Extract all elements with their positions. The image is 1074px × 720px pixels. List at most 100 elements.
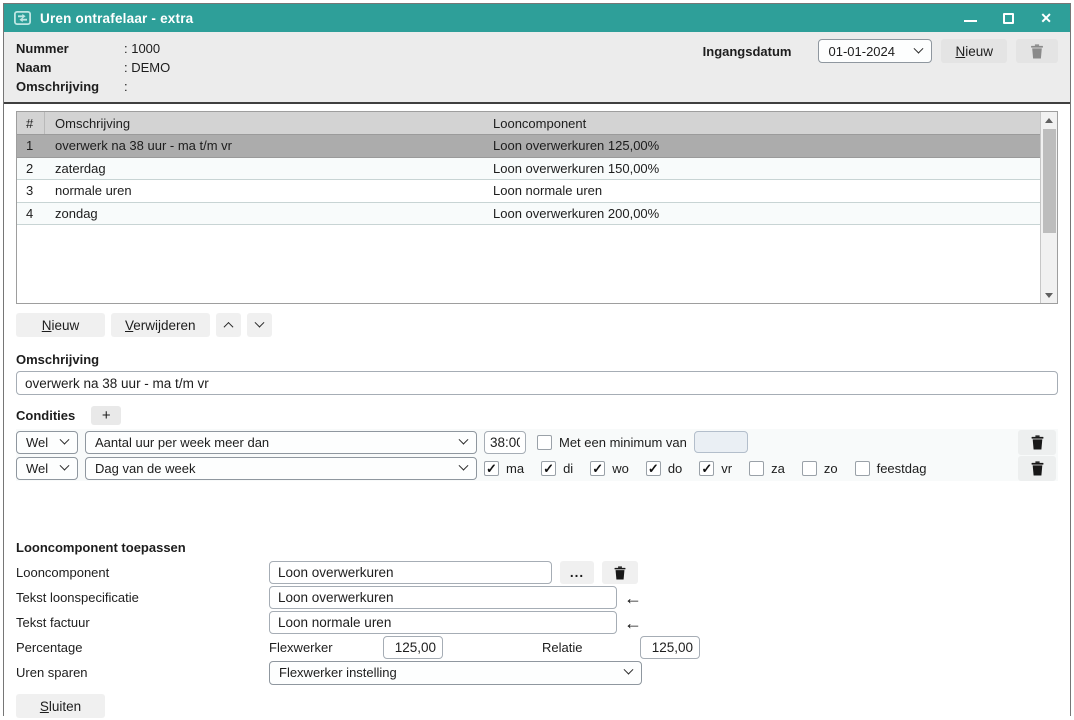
naam-value: : DEMO [124, 58, 170, 77]
day-zo-checkbox[interactable] [802, 461, 817, 476]
ingangsdatum-value: 01-01-2024 [828, 44, 895, 59]
day-label: feestdag [877, 461, 927, 476]
minimum-checkbox[interactable] [537, 435, 552, 450]
row-num: 4 [17, 206, 45, 221]
row-num: 1 [17, 138, 45, 153]
looncomponent-section-title: Looncomponent toepassen [16, 540, 1058, 555]
condition1-type-value: Aantal uur per week meer dan [95, 435, 269, 450]
condition2-negation-select[interactable]: Wel [16, 457, 78, 480]
dialog-window: Uren ontrafelaar - extra ✕ Nummer : 1000… [3, 3, 1071, 716]
detail-omschrijving-input[interactable] [16, 371, 1058, 395]
uren-sparen-value: Flexwerker instelling [279, 665, 397, 680]
looncomponent-clear-button[interactable] [602, 561, 638, 584]
row-omschrijving: normale uren [45, 183, 483, 198]
day-label: di [563, 461, 573, 476]
row-num: 3 [17, 183, 45, 198]
close-icon[interactable]: ✕ [1040, 10, 1052, 26]
header-delete-button[interactable] [1016, 39, 1058, 63]
row-looncomponent: Loon overwerkuren 150,00% [483, 161, 1040, 176]
day-label: do [668, 461, 682, 476]
delete-condition2-button[interactable] [1018, 456, 1056, 481]
maximize-icon[interactable] [1003, 10, 1014, 26]
list-actions: Nieuw Verwijderen [16, 313, 1058, 337]
copy-back-icon[interactable]: ← [624, 614, 642, 632]
uren-sparen-select[interactable]: Flexwerker instelling [269, 661, 642, 685]
day-label: wo [612, 461, 629, 476]
flexwerker-percentage-input[interactable] [383, 636, 443, 659]
scroll-up-icon[interactable] [1041, 112, 1057, 128]
copy-back-icon[interactable]: ← [624, 589, 642, 607]
row-omschrijving: zaterdag [45, 161, 483, 176]
table-row[interactable]: 3 normale uren Loon normale uren [17, 180, 1040, 203]
day-label: ma [506, 461, 524, 476]
nieuw-row-button[interactable]: Nieuw [16, 313, 105, 337]
day-ma-checkbox[interactable] [484, 461, 499, 476]
trash-icon [1030, 44, 1044, 59]
table-row[interactable]: 4 zondag Loon overwerkuren 200,00% [17, 203, 1040, 226]
header-nieuw-button[interactable]: Nieuw [941, 39, 1007, 63]
title-bar: Uren ontrafelaar - extra ✕ [4, 4, 1070, 32]
nummer-label: Nummer [16, 39, 124, 58]
tekst-factuur-input[interactable] [269, 611, 617, 634]
day-wo-checkbox[interactable] [590, 461, 605, 476]
delete-condition1-button[interactable] [1018, 430, 1056, 455]
looncomponent-label: Looncomponent [16, 565, 269, 580]
condition1-negation-select[interactable]: Wel [16, 431, 78, 454]
looncomponent-input[interactable] [269, 561, 552, 584]
add-condition-button[interactable]: + [91, 406, 121, 425]
day-za-checkbox[interactable] [749, 461, 764, 476]
condition1-type-select[interactable]: Aantal uur per week meer dan [85, 431, 477, 454]
day-feestdag-checkbox[interactable] [855, 461, 870, 476]
row-looncomponent: Loon overwerkuren 200,00% [483, 206, 1040, 221]
trash-icon [614, 566, 626, 580]
condition2-type-select[interactable]: Dag van de week [85, 457, 477, 480]
scroll-down-icon[interactable] [1041, 287, 1057, 303]
uren-sparen-row: Uren sparen Flexwerker instelling [16, 660, 1058, 685]
condition2-negation-value: Wel [26, 461, 48, 476]
table-scrollbar[interactable] [1040, 112, 1057, 303]
col-header-omschrijving[interactable]: Omschrijving [45, 116, 483, 131]
relatie-percentage-input[interactable] [640, 636, 700, 659]
tekst-loonspecificatie-row: Tekst loonspecificatie ← [16, 585, 1058, 610]
chevron-down-icon [459, 434, 469, 444]
minimum-value-input[interactable] [694, 431, 748, 453]
row-omschrijving: overwerk na 38 uur - ma t/m vr [45, 138, 483, 153]
day-do-checkbox[interactable] [646, 461, 661, 476]
table-row[interactable]: 1 overwerk na 38 uur - ma t/m vr Loon ov… [17, 135, 1040, 158]
table-header-row: # Omschrijving Looncomponent [17, 112, 1040, 135]
trash-icon [1031, 435, 1044, 450]
day-label: zo [824, 461, 838, 476]
percentage-label: Percentage [16, 640, 269, 655]
sluiten-button[interactable]: Sluiten [16, 694, 105, 718]
verwijderen-label: Verwijderen [125, 318, 196, 333]
col-header-num[interactable]: # [17, 112, 45, 134]
verwijderen-button[interactable]: Verwijderen [111, 313, 210, 337]
row-num: 2 [17, 161, 45, 176]
scrollbar-thumb[interactable] [1043, 129, 1056, 233]
move-down-button[interactable] [247, 313, 272, 337]
omschrijving-header-label: Omschrijving [16, 77, 124, 96]
chevron-down-icon [60, 460, 70, 470]
move-up-button[interactable] [216, 313, 241, 337]
omschrijving-header-value: : [124, 77, 128, 96]
components-table: # Omschrijving Looncomponent 1 overwerk … [16, 111, 1058, 304]
percentage-row: Percentage Flexwerker Relatie [16, 635, 1058, 660]
nummer-value: : 1000 [124, 39, 160, 58]
day-label: za [771, 461, 785, 476]
minimize-icon[interactable] [964, 10, 977, 26]
chevron-up-icon [223, 321, 233, 331]
table-row[interactable]: 2 zaterdag Loon overwerkuren 150,00% [17, 158, 1040, 181]
looncomponent-browse-button[interactable]: ... [560, 561, 594, 584]
looncomponent-row: Looncomponent ... [16, 560, 1058, 585]
ingangsdatum-select[interactable]: 01-01-2024 [818, 39, 932, 63]
condition1-hours-input[interactable] [484, 431, 526, 454]
tekst-loonspecificatie-input[interactable] [269, 586, 617, 609]
detail-omschrijving-label: Omschrijving [16, 352, 1058, 367]
day-di-checkbox[interactable] [541, 461, 556, 476]
row-looncomponent: Loon normale uren [483, 183, 1040, 198]
col-header-looncomponent[interactable]: Looncomponent [483, 116, 1040, 131]
naam-label: Naam [16, 58, 124, 77]
tekst-factuur-label: Tekst factuur [16, 615, 269, 630]
ingangsdatum-label: Ingangsdatum [703, 44, 792, 59]
day-vr-checkbox[interactable] [699, 461, 714, 476]
